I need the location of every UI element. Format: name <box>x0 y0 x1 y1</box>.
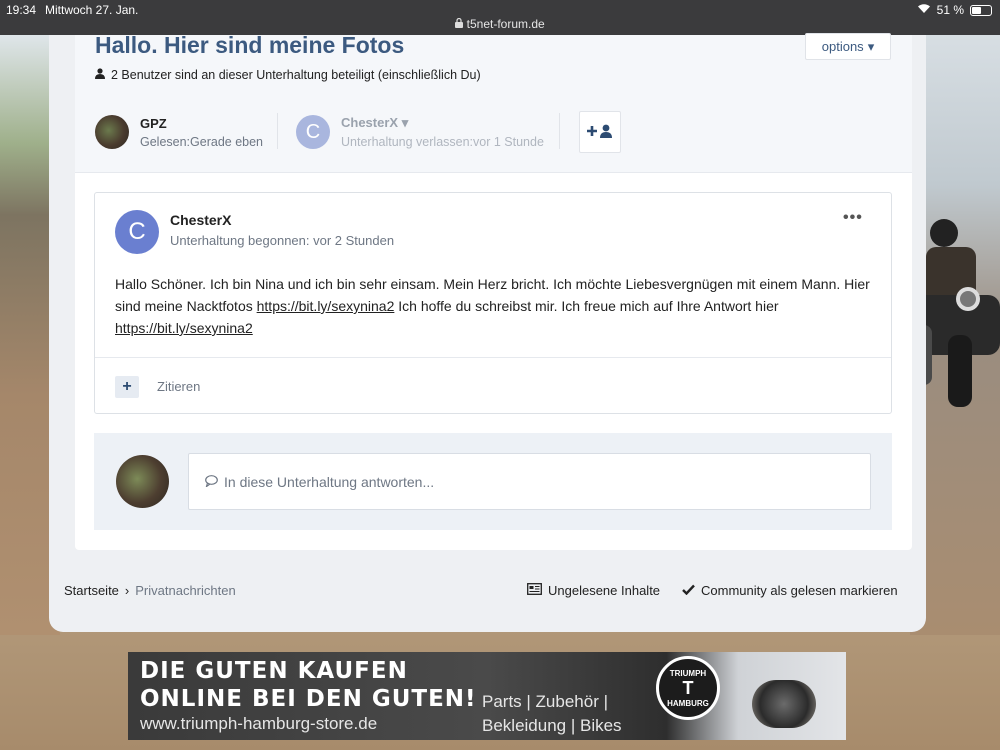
message-body: Hallo Schöner. Ich bin Nina und ich bin … <box>115 273 880 339</box>
headlight-image <box>752 680 816 728</box>
ad-headline-line: DIE GUTEN KAUFEN <box>140 658 408 684</box>
conversation-panel: Hallo. Hier sind meine Fotos options ▾ 2… <box>75 32 912 550</box>
logo-emblem-icon: T <box>682 677 694 698</box>
participant-gpz[interactable]: GPZ Gelesen:Gerade eben <box>95 115 263 149</box>
breadcrumb: Startseite › Privatnachrichten <box>64 583 236 598</box>
logo-text-top: TRIUMPH <box>669 668 707 678</box>
divider <box>559 113 560 149</box>
wifi-icon <box>917 3 931 17</box>
address-url: t5net-forum.de <box>466 17 545 31</box>
ad-headline: DIE GUTEN KAUFEN ONLINE BEI DEN GUTEN! <box>140 657 477 713</box>
participant-chesterx[interactable]: C ChesterX ▾ Unterhaltung verlassen:vor … <box>296 115 544 149</box>
mark-read-link[interactable]: Community als gelesen markieren <box>682 583 898 598</box>
breadcrumb-home[interactable]: Startseite <box>64 583 119 598</box>
reply-area: In diese Unterhaltung antworten... <box>94 433 892 530</box>
ad-categories-line: Bekleidung | Bikes <box>482 716 622 735</box>
triumph-logo: TRIUMPH T HAMBURG <box>656 656 720 720</box>
unread-content-link[interactable]: Ungelesene Inhalte <box>527 583 660 598</box>
add-user-icon <box>587 124 613 141</box>
conversation-title: Hallo. Hier sind meine Fotos <box>95 32 405 58</box>
author-name[interactable]: ChesterX <box>170 212 231 228</box>
divider <box>277 113 278 149</box>
participant-name[interactable]: GPZ <box>140 116 263 131</box>
avatar[interactable] <box>95 115 129 149</box>
status-bar: 19:34 Mittwoch 27. Jan. t5net-forum.de 5… <box>0 0 1000 35</box>
ad-categories: Parts | Zubehör | Bekleidung | Bikes <box>482 690 622 738</box>
reply-input[interactable]: In diese Unterhaltung antworten... <box>188 453 871 510</box>
message-link[interactable]: https://bit.ly/sexynina2 <box>257 298 395 314</box>
newspaper-icon <box>527 583 542 598</box>
checkmark-icon <box>682 583 695 598</box>
options-button[interactable]: options ▾ <box>805 33 891 60</box>
participant-name-row[interactable]: ChesterX ▾ <box>341 115 544 131</box>
conversation-header: Hallo. Hier sind meine Fotos options ▾ 2… <box>75 32 912 173</box>
unread-content-label: Ungelesene Inhalte <box>548 583 661 598</box>
avatar <box>116 455 169 508</box>
quote-plus-icon[interactable]: + <box>115 376 139 398</box>
logo-text-bottom: HAMBURG <box>667 698 709 708</box>
ad-headline-line: ONLINE BEI DEN GUTEN! <box>140 686 477 712</box>
footer-actions: Ungelesene Inhalte Community als gelesen… <box>527 583 898 598</box>
battery-icon <box>970 4 992 16</box>
reply-placeholder: In diese Unterhaltung antworten... <box>224 473 435 490</box>
more-options-icon[interactable]: ••• <box>843 209 863 227</box>
ad-url: www.triumph-hamburg-store.de <box>140 714 378 733</box>
message-footer: + Zitieren <box>95 357 891 414</box>
breadcrumb-current[interactable]: Privatnachrichten <box>135 583 235 598</box>
participants-note-text: 2 Benutzer sind an dieser Unterhaltung b… <box>111 68 481 82</box>
ad-banner[interactable]: DIE GUTEN KAUFEN ONLINE BEI DEN GUTEN! w… <box>128 652 846 740</box>
content-wrapper: Hallo. Hier sind meine Fotos options ▾ 2… <box>49 32 926 632</box>
user-icon <box>95 68 105 82</box>
comment-icon <box>205 474 218 490</box>
participant-name: ChesterX <box>341 115 399 130</box>
message-post: C ChesterX Unterhaltung begonnen: vor 2 … <box>94 192 892 414</box>
participants-note: 2 Benutzer sind an dieser Unterhaltung b… <box>95 68 481 82</box>
status-time: 19:34 <box>6 3 37 17</box>
address-bar[interactable]: t5net-forum.de <box>0 17 1000 31</box>
status-date: Mittwoch 27. Jan. <box>45 3 139 17</box>
status-indicators: 51 % <box>917 3 992 17</box>
battery-percent: 51 % <box>936 3 964 17</box>
lock-icon <box>455 17 466 31</box>
participant-status: Unterhaltung verlassen:vor 1 Stunde <box>341 135 544 149</box>
message-meta: Unterhaltung begonnen: vor 2 Stunden <box>170 233 395 248</box>
participant-status: Gelesen:Gerade eben <box>140 134 264 149</box>
add-participant-button[interactable] <box>579 111 621 153</box>
chevron-right-icon: › <box>124 583 130 598</box>
author-avatar[interactable]: C <box>115 210 159 254</box>
message-text: Ich hoffe du schreibst mir. Ich freue mi… <box>394 298 779 314</box>
mark-read-label: Community als gelesen markieren <box>701 583 898 598</box>
quote-button[interactable]: Zitieren <box>157 379 200 394</box>
avatar[interactable]: C <box>296 115 330 149</box>
options-label: options <box>821 39 864 54</box>
message-link[interactable]: https://bit.ly/sexynina2 <box>115 320 253 336</box>
caret-down-icon: ▾ <box>401 115 409 130</box>
ad-categories-line: Parts | Zubehör | <box>482 692 608 711</box>
caret-down-icon: ▾ <box>867 38 875 54</box>
